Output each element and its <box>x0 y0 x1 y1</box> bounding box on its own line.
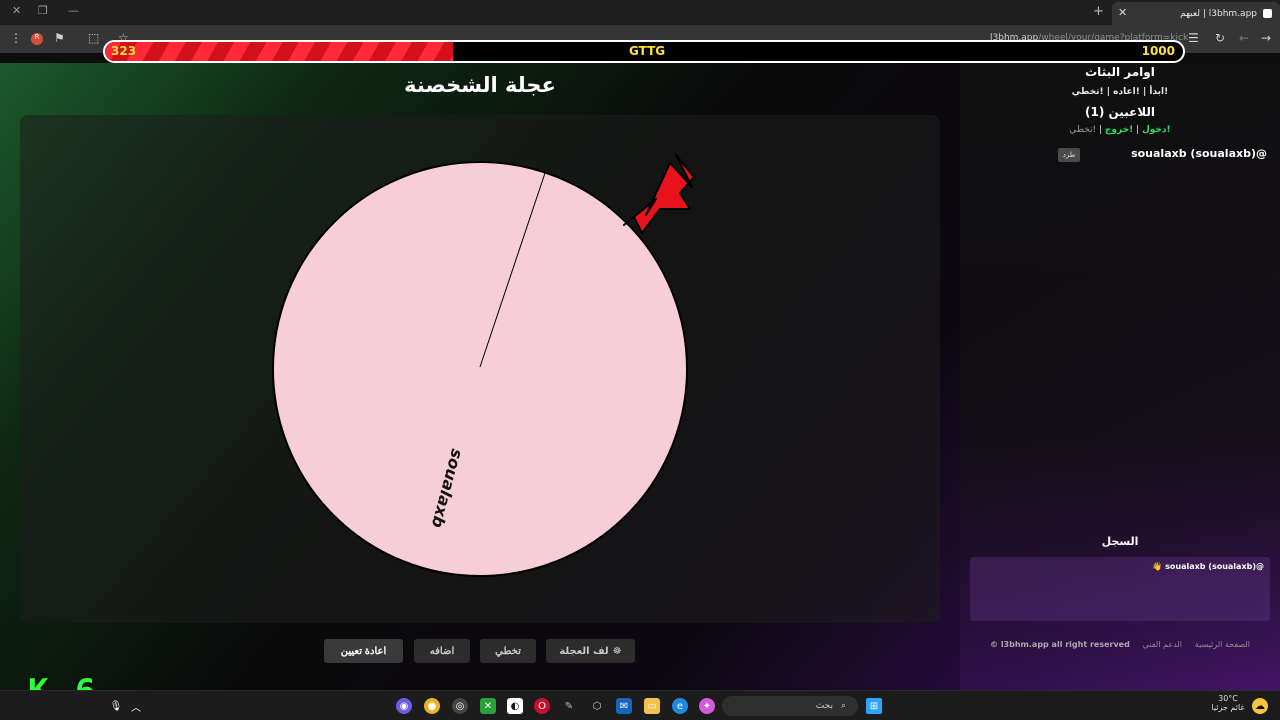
page-title: عجلة الشخصنة <box>404 73 556 97</box>
join-link[interactable]: !دخول <box>1142 125 1171 135</box>
health-left-value: 323 <box>111 44 137 58</box>
chrome-icon[interactable]: ● <box>424 698 440 714</box>
browser-titlebar: ✕ ❐ — + ✕ لعبهم | l3bhm.app <box>0 0 1280 25</box>
footer: الصفحة الرئيسية الدعم الفني l3bhm.app al… <box>990 640 1250 649</box>
sidebar: اوامر البثاث !ابدأ | !اعاده | !تخطي اللا… <box>960 63 1280 690</box>
add-button[interactable]: اضافه <box>414 639 470 663</box>
player-row: soualaxb (soualaxb)@ طرد <box>1058 147 1270 163</box>
wheel-controls: اعادة تعيين اضافه تخطي ☸ لف العجلة <box>324 639 635 663</box>
copilot-icon[interactable]: ✦ <box>699 698 715 714</box>
spin-button-label: لف العجلة <box>559 645 609 657</box>
players-title: اللاعبين (1) <box>1084 105 1156 119</box>
footer-copyright: l3bhm.app all right reserved © <box>990 640 1130 649</box>
profile-icon[interactable]: R <box>31 33 43 45</box>
back-icon[interactable]: → <box>1261 31 1271 45</box>
weather-temp: 30°C <box>1218 694 1238 703</box>
player-name: soualaxb (soualaxb)@ <box>1131 147 1267 160</box>
wheel-panel: soualaxb <box>20 115 940 623</box>
reset-button[interactable]: اعادة تعيين <box>324 639 403 663</box>
log-title: السجل <box>1101 535 1139 548</box>
tab-favicon-icon <box>1263 9 1272 18</box>
reload-icon[interactable]: ↻ <box>1215 31 1225 45</box>
forward-icon[interactable]: ← <box>1239 31 1249 45</box>
browser-tab[interactable]: ✕ لعبهم | l3bhm.app <box>1112 2 1280 25</box>
health-bar-fill <box>105 42 454 61</box>
weather-widget[interactable]: 30°C غائم جزئيا <box>1202 694 1254 712</box>
commands-title: اوامر البثاث <box>1085 65 1155 79</box>
search-placeholder: بحث <box>815 701 833 711</box>
spin-button[interactable]: ☸ لف العجلة <box>546 639 635 663</box>
screenshot-icon[interactable]: ⬚ <box>88 31 99 45</box>
stream-health-bar: 323 GTTG 1000 <box>103 40 1185 63</box>
file-explorer-icon[interactable]: ▭ <box>644 698 660 714</box>
minimize-window-icon[interactable]: — <box>68 4 79 17</box>
microphone-icon[interactable]: 🎙 <box>108 698 124 714</box>
commands-list: !ابدأ | !اعاده | !تخطي <box>1071 87 1169 97</box>
settings-icon[interactable]: ⬡ <box>589 698 605 714</box>
outlook-icon[interactable]: ✉ <box>616 698 632 714</box>
health-right-value: 1000 <box>1141 44 1175 58</box>
windows-taskbar: 🎙 ︿ ◉ ● ◎ ✕ ◐ O ✎ ⬡ ✉ ▭ e ✦ بحث ⌕ ⊞ 30°C… <box>0 690 1280 720</box>
edge-icon[interactable]: e <box>672 698 688 714</box>
xbox-icon[interactable]: ✕ <box>480 698 496 714</box>
tab-title: لعبهم | l3bhm.app <box>1180 8 1257 19</box>
exit-link[interactable]: !خروج <box>1105 125 1133 135</box>
windows-start-icon[interactable]: ⊞ <box>866 698 882 714</box>
restore-window-icon[interactable]: ❐ <box>38 4 48 17</box>
weather-desc: غائم جزئيا <box>1211 703 1245 712</box>
discord-icon[interactable]: ◉ <box>396 698 412 714</box>
tray-chevron-icon[interactable]: ︿ <box>128 698 144 714</box>
page: عجلة الشخصنة soualaxb اعادة تعيين اضافه … <box>0 63 1280 690</box>
menu-dots-icon[interactable]: ⋮ <box>10 31 22 45</box>
weather-icon: ☁ <box>1252 698 1268 714</box>
tab-close-icon[interactable]: ✕ <box>1118 6 1127 19</box>
wheel-canvas[interactable]: soualaxb <box>20 115 940 623</box>
extensions-icon[interactable]: ⚑ <box>54 31 65 45</box>
log-entry: 👋 soualaxb (soualaxb)@ <box>1152 562 1264 571</box>
pen-icon[interactable]: ✎ <box>561 698 577 714</box>
skip-link[interactable]: !تخطي <box>1069 125 1096 135</box>
opera-icon[interactable]: O <box>534 698 550 714</box>
wheel-pointer-icon <box>623 154 695 234</box>
skip-button[interactable]: تخطي <box>480 639 536 663</box>
close-window-icon[interactable]: ✕ <box>12 4 21 17</box>
log-box: 👋 soualaxb (soualaxb)@ <box>970 557 1270 621</box>
app-icon[interactable]: ◐ <box>507 698 523 714</box>
kick-button[interactable]: طرد <box>1058 148 1080 162</box>
new-tab-button[interactable]: + <box>1093 4 1104 19</box>
search-icon: ⌕ <box>840 701 846 711</box>
taskbar-search[interactable]: بحث ⌕ <box>722 696 858 716</box>
player-commands: !دخول | !خروج | !تخطي <box>1069 125 1171 135</box>
health-center-label: GTTG <box>629 44 666 58</box>
footer-home-link[interactable]: الصفحة الرئيسية <box>1195 640 1250 649</box>
footer-support-link[interactable]: الدعم الفني <box>1143 640 1182 649</box>
spin-icon: ☸ <box>612 645 622 657</box>
site-settings-icon[interactable]: ☰ <box>1188 31 1199 45</box>
obs-icon[interactable]: ◎ <box>452 698 468 714</box>
